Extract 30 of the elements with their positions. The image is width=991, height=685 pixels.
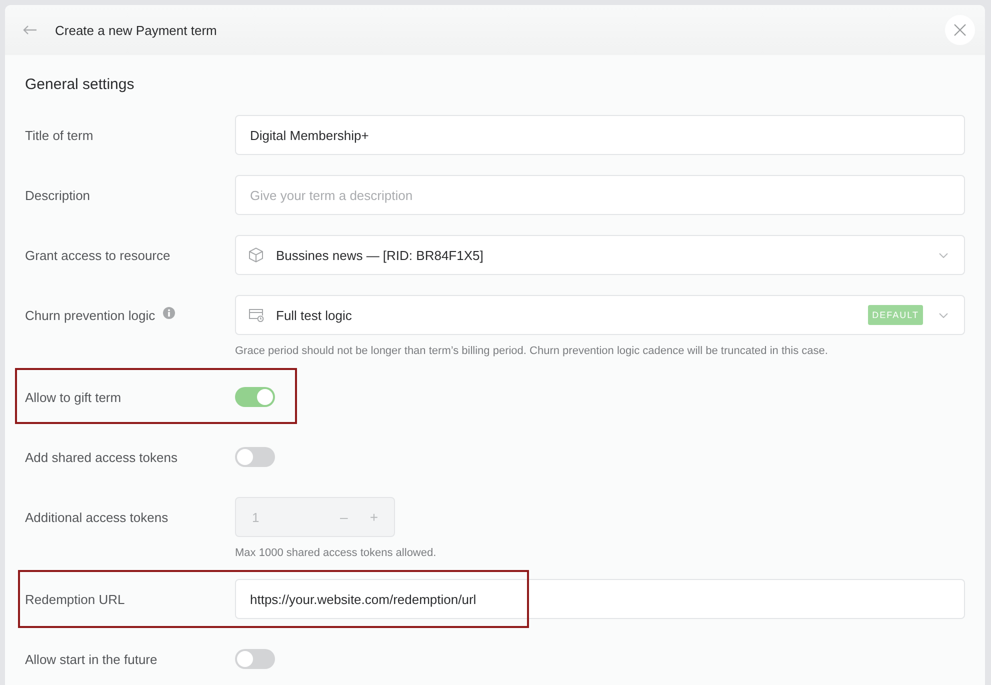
info-icon[interactable]	[163, 307, 176, 319]
toggle-switch[interactable]	[235, 649, 275, 669]
card-clock-icon	[248, 308, 264, 322]
field-label: Grant access to resource	[25, 248, 170, 262]
field-label: Description	[25, 188, 90, 202]
close-icon	[954, 24, 966, 36]
section-heading: General settings	[25, 75, 136, 95]
text-field[interactable]: https://your.website.com/redemption/url	[235, 579, 965, 619]
field-label: Redemption URL	[25, 592, 125, 606]
cube-icon	[248, 247, 264, 263]
field-label: Allow to gift term	[25, 390, 122, 404]
toggle-switch[interactable]	[235, 387, 275, 407]
default-badge: DEFAULT	[868, 305, 923, 325]
field-label: Add shared access tokens	[25, 450, 178, 464]
toggle-switch[interactable]	[235, 447, 275, 467]
field-label: Churn prevention logic	[25, 308, 156, 322]
dialog-title: Create a new Payment term	[55, 22, 218, 38]
resource-select[interactable]: Bussines news — [RID: BR84F1X5]	[235, 235, 965, 275]
hint-text: Max 1000 shared access tokens allowed.	[235, 547, 436, 559]
text-field[interactable]: Give your term a description	[235, 175, 965, 215]
field-label: Title of term	[25, 128, 94, 142]
back-arrow-icon[interactable]	[23, 25, 37, 35]
logic-select[interactable]: Full test logic DEFAULT	[235, 295, 965, 335]
hint-text: Grace period should not be longer than term’s billing period. Churn prevention logic cadence will be truncated in this case.	[235, 345, 828, 357]
chevron-down-icon	[939, 312, 948, 318]
close-button[interactable]	[945, 15, 975, 45]
text-field[interactable]: Digital Membership+	[235, 115, 965, 155]
chevron-down-icon	[939, 252, 948, 258]
field-label: Allow start in the future	[25, 652, 158, 666]
field-label: Additional access tokens	[25, 510, 168, 524]
